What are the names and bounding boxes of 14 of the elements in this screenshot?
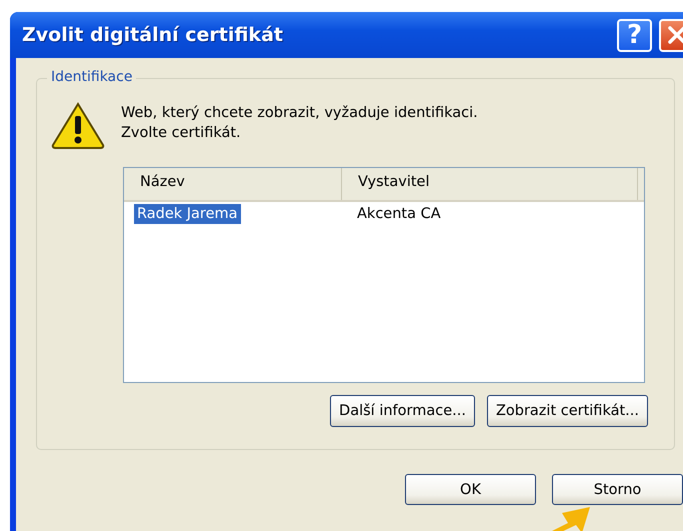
warning-icon bbox=[51, 101, 105, 149]
dialog-button[interactable]: Zobrazit certifikát... bbox=[486, 395, 648, 427]
message-text: Web, který chcete zobrazit, vyžaduje identifikaci. bbox=[121, 104, 478, 123]
close-icon bbox=[666, 25, 683, 45]
table-cell[interactable]: Radek Jarema bbox=[134, 204, 241, 224]
dialog-button[interactable]: Storno bbox=[552, 474, 683, 505]
window-title: Zvolit digitální certifikát bbox=[22, 24, 284, 46]
column-header[interactable]: Název bbox=[124, 168, 342, 200]
table-cell-text: Akcenta CA bbox=[356, 205, 442, 224]
help-button[interactable]: ? bbox=[617, 18, 652, 52]
message-text: Zvolte certifikát. bbox=[121, 124, 242, 143]
column-header[interactable]: Vystavitel bbox=[342, 168, 638, 200]
dialog-button[interactable]: Další informace... bbox=[330, 395, 475, 427]
dialog-button[interactable]: OK bbox=[405, 474, 536, 505]
